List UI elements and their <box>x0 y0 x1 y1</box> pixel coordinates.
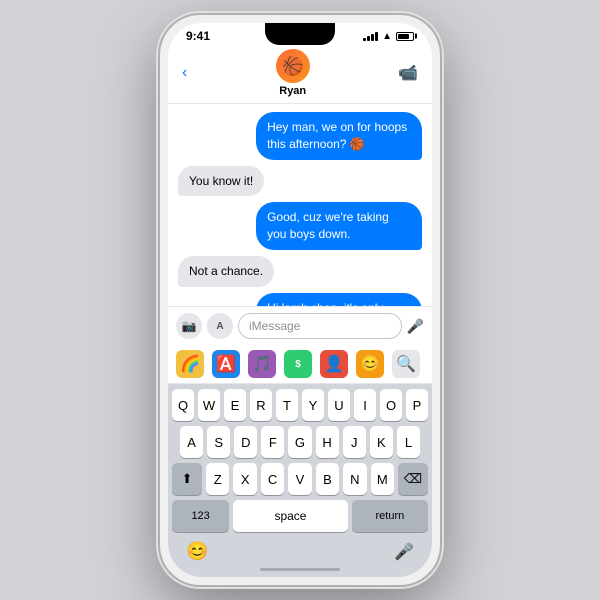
message-row: Hi lamb chop, it's only been an hour and… <box>178 293 422 306</box>
keyboard-row-3: ⬆ Z X C V B N M ⌫ <box>172 463 428 495</box>
keyboard-row-4: 123 space return <box>172 500 428 532</box>
back-button[interactable]: ‹ <box>182 64 187 82</box>
numbers-key[interactable]: 123 <box>172 500 229 532</box>
key-j[interactable]: J <box>343 426 366 458</box>
key-v[interactable]: V <box>288 463 311 495</box>
key-f[interactable]: F <box>261 426 284 458</box>
sent-bubble: Hi lamb chop, it's only been an hour and… <box>256 293 422 306</box>
key-e[interactable]: E <box>224 389 246 421</box>
message-row: You know it! <box>178 166 422 197</box>
key-r[interactable]: R <box>250 389 272 421</box>
notch <box>265 23 335 45</box>
keyboard-bottom-bar: 😊 🎤 <box>172 537 428 568</box>
space-key[interactable]: space <box>233 500 347 532</box>
cash-button[interactable]: $ <box>284 350 312 378</box>
key-d[interactable]: D <box>234 426 257 458</box>
video-call-button[interactable]: 📹 <box>398 63 418 83</box>
wifi-icon: ▲ <box>382 31 392 42</box>
sticker-button[interactable]: 😊 <box>356 350 384 378</box>
key-b[interactable]: B <box>316 463 339 495</box>
status-bar: 9:41 ▲ <box>168 23 432 45</box>
key-c[interactable]: C <box>261 463 284 495</box>
received-bubble: Not a chance. <box>178 256 274 287</box>
input-bar: 📷 A iMessage 🎤 <box>168 306 432 345</box>
input-placeholder: iMessage <box>249 319 300 333</box>
contact-name: Ryan <box>279 85 306 97</box>
emoji-key[interactable]: 😊 <box>186 541 208 562</box>
shift-key[interactable]: ⬆ <box>172 463 202 495</box>
key-a[interactable]: A <box>180 426 203 458</box>
key-h[interactable]: H <box>316 426 339 458</box>
contact-info[interactable]: 🏀 Ryan <box>276 49 310 97</box>
key-i[interactable]: I <box>354 389 376 421</box>
keyboard-row-2: A S D F G H J K L <box>172 426 428 458</box>
nav-bar: ‹ 🏀 Ryan 📹 <box>168 45 432 104</box>
contact-button[interactable]: 👤 <box>320 350 348 378</box>
key-m[interactable]: M <box>371 463 394 495</box>
sent-bubble: Hey man, we on for hoops this afternoon?… <box>256 112 422 160</box>
keyboard-row-1: Q W E R T Y U I O P <box>172 389 428 421</box>
apps-button[interactable]: A <box>207 313 233 339</box>
key-w[interactable]: W <box>198 389 220 421</box>
home-indicator <box>260 568 340 571</box>
message-input[interactable]: iMessage <box>238 313 402 339</box>
message-row: Not a chance. <box>178 256 422 287</box>
key-z[interactable]: Z <box>206 463 229 495</box>
key-y[interactable]: Y <box>302 389 324 421</box>
search-strip-button[interactable]: 🔍 <box>392 350 420 378</box>
status-icons: ▲ <box>363 31 414 42</box>
key-x[interactable]: X <box>233 463 256 495</box>
battery-icon <box>396 32 414 41</box>
key-p[interactable]: P <box>406 389 428 421</box>
received-bubble: You know it! <box>178 166 264 197</box>
key-k[interactable]: K <box>370 426 393 458</box>
appstore-button[interactable]: 🅰️ <box>212 350 240 378</box>
key-q[interactable]: Q <box>172 389 194 421</box>
podcast-button[interactable]: 🎵 <box>248 350 276 378</box>
mic-button[interactable]: 🎤 <box>407 318 424 335</box>
phone-device: 9:41 ▲ ‹ 🏀 Ryan 📹 <box>160 15 440 585</box>
status-time: 9:41 <box>186 29 210 43</box>
message-row: Good, cuz we're taking you boys down. <box>178 202 422 250</box>
key-l[interactable]: L <box>397 426 420 458</box>
return-key[interactable]: return <box>352 500 428 532</box>
sent-bubble: Good, cuz we're taking you boys down. <box>256 202 422 250</box>
message-row: Hey man, we on for hoops this afternoon?… <box>178 112 422 160</box>
key-s[interactable]: S <box>207 426 230 458</box>
key-t[interactable]: T <box>276 389 298 421</box>
mic-key[interactable]: 🎤 <box>394 542 414 562</box>
key-o[interactable]: O <box>380 389 402 421</box>
messages-area: Hey man, we on for hoops this afternoon?… <box>168 104 432 306</box>
signal-icon <box>363 32 378 41</box>
camera-button[interactable]: 📷 <box>176 313 202 339</box>
key-g[interactable]: G <box>288 426 311 458</box>
phone-screen: 9:41 ▲ ‹ 🏀 Ryan 📹 <box>168 23 432 577</box>
delete-key[interactable]: ⌫ <box>398 463 428 495</box>
keyboard: Q W E R T Y U I O P A S D F G H J K <box>168 384 432 577</box>
key-u[interactable]: U <box>328 389 350 421</box>
key-n[interactable]: N <box>343 463 366 495</box>
app-strip: 🌈 🅰️ 🎵 $ 👤 😊 🔍 <box>168 345 432 384</box>
memoji-button[interactable]: 🌈 <box>176 350 204 378</box>
contact-avatar: 🏀 <box>276 49 310 83</box>
